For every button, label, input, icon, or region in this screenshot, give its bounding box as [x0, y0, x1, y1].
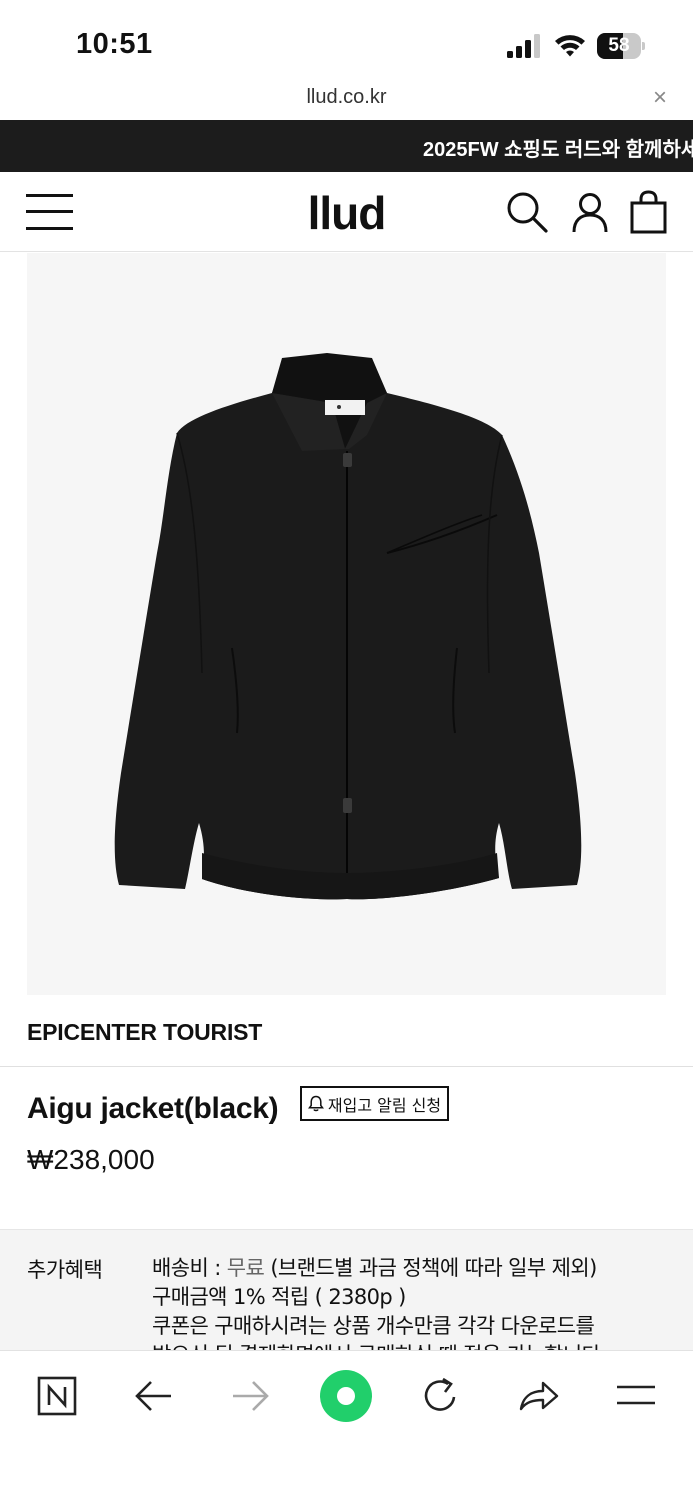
back-arrow-icon[interactable] — [129, 1371, 179, 1421]
points-line: 구매금액 1% 적립 ( 2380p ) — [152, 1285, 406, 1309]
browser-toolbar — [0, 1350, 693, 1500]
cellular-signal-icon — [507, 34, 540, 58]
status-time: 10:51 — [76, 28, 153, 60]
announcement-text[interactable]: 2025FW 쇼핑도 러드와 함께하세요 — [423, 133, 693, 162]
jacket-image — [114, 353, 582, 900]
coupon-line-1: 쿠폰은 구매하시려는 상품 개수만큼 각각 다운로드를 — [152, 1314, 595, 1338]
shipping-line: 배송비 : 무료 (브랜드별 과금 정책에 따라 일부 제외) — [152, 1254, 672, 1283]
shipping-value: 무료 — [226, 1256, 265, 1280]
announcement-banner[interactable]: 2025FW 쇼핑도 러드와 함께하세요 — [0, 120, 693, 172]
menu-icon[interactable] — [611, 1371, 661, 1421]
wifi-icon — [555, 35, 585, 57]
account-icon[interactable] — [568, 190, 612, 234]
battery-level: 58 — [608, 35, 630, 56]
brand-row[interactable]: EPICENTER TOURIST — [0, 995, 693, 1067]
shipping-prefix: 배송비 : — [152, 1256, 227, 1280]
restock-alert-button[interactable]: 재입고 알림 신청 — [300, 1086, 449, 1121]
brand-name[interactable]: EPICENTER TOURIST — [27, 1019, 262, 1046]
product-title: Aigu jacket(black) — [27, 1092, 279, 1125]
shipping-note: (브랜드별 과금 정책에 따라 일부 제외) — [264, 1256, 597, 1280]
restock-button-label: 재입고 알림 신청 — [327, 1095, 442, 1115]
green-dot-icon[interactable] — [318, 1368, 374, 1424]
benefits-details: 배송비 : 무료 (브랜드별 과금 정책에 따라 일부 제외) 구매금액 1% … — [152, 1254, 672, 1359]
forward-arrow-icon[interactable] — [225, 1371, 275, 1421]
bag-icon[interactable] — [627, 190, 671, 234]
bell-icon — [307, 1095, 324, 1112]
site-header: llud — [0, 172, 693, 252]
naver-n-icon[interactable] — [32, 1371, 82, 1421]
battery-icon: 58 — [597, 33, 645, 59]
refresh-icon[interactable] — [416, 1371, 466, 1421]
benefits-label: 추가혜택 — [27, 1258, 103, 1282]
status-bar: 10:51 58 — [0, 0, 693, 82]
share-icon[interactable] — [513, 1371, 563, 1421]
product-image[interactable] — [27, 253, 666, 995]
close-icon[interactable]: × — [653, 84, 667, 112]
url-bar[interactable]: llud.co.kr × — [0, 82, 693, 120]
search-icon[interactable] — [505, 190, 549, 234]
benefits-section: 추가혜택 배송비 : 무료 (브랜드별 과금 정책에 따라 일부 제외) 구매금… — [0, 1229, 693, 1359]
url-text[interactable]: llud.co.kr — [0, 86, 693, 109]
product-price: ₩238,000 — [27, 1144, 155, 1175]
